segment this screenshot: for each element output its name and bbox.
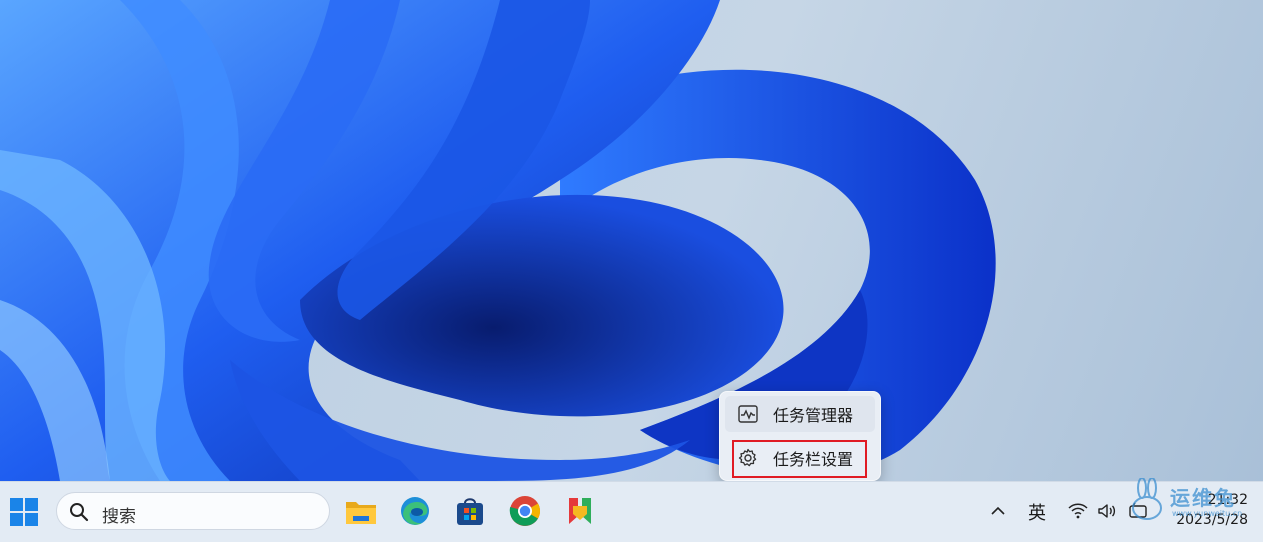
desktop-wallpaper (0, 0, 1263, 481)
show-hidden-icons-button[interactable] (988, 501, 1008, 521)
network-button[interactable] (1068, 501, 1088, 521)
chrome-icon (509, 496, 541, 526)
rabbit-logo-icon (1132, 478, 1162, 520)
volume-button[interactable] (1097, 501, 1117, 521)
wifi-icon (1068, 503, 1088, 519)
task-manager-icon (737, 403, 759, 425)
search-input[interactable]: 搜索 (56, 492, 330, 530)
volume-icon (1098, 504, 1116, 518)
file-explorer-icon (346, 502, 376, 524)
bloom-wallpaper (0, 0, 996, 481)
gear-icon (737, 447, 759, 469)
chrome-button[interactable] (508, 494, 542, 528)
edge-icon (401, 497, 429, 525)
watermark-url: www.yunweitu.cn (1172, 509, 1243, 518)
windows-logo-icon (10, 498, 38, 526)
watermark: 运维兔 www.yunweitu.cn (1128, 476, 1260, 524)
microsoft-store-icon (457, 498, 483, 525)
file-explorer-button[interactable] (344, 494, 378, 528)
search-placeholder: 搜索 (102, 507, 136, 527)
input-method-indicator[interactable]: 英 (1028, 499, 1046, 525)
search-icon (70, 503, 89, 522)
menu-item-label: 任务栏设置 (773, 450, 854, 469)
menu-item-label: 任务管理器 (773, 406, 854, 425)
taskbar-context-menu: 任务管理器 任务栏设置 (719, 391, 881, 481)
edge-button[interactable] (398, 494, 432, 528)
chevron-up-icon (991, 506, 1005, 515)
menu-item-taskbar-settings[interactable]: 任务栏设置 (725, 440, 875, 476)
microsoft-store-button[interactable] (453, 494, 487, 528)
watermark-text: 运维兔 (1170, 486, 1236, 510)
pinned-app-button[interactable] (563, 494, 597, 528)
start-button[interactable] (8, 496, 40, 528)
app-icon (569, 498, 591, 524)
menu-item-task-manager[interactable]: 任务管理器 (725, 396, 875, 432)
taskbar: 搜索 英 21:32 2023/5/28 (0, 481, 1263, 542)
